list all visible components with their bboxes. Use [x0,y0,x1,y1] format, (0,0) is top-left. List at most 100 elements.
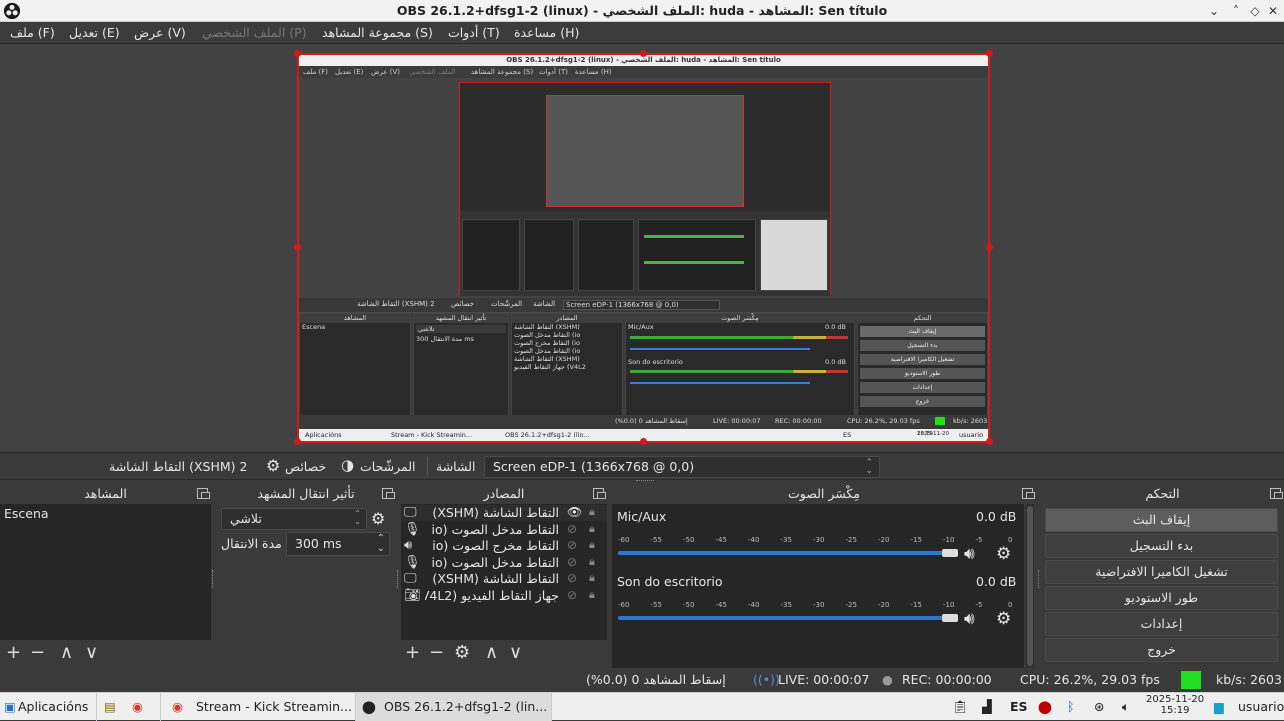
lock-icon[interactable]: 🔒︎ [589,522,595,536]
lock-icon[interactable]: 🔒︎ [589,571,595,585]
user-name[interactable]: usuario [1238,699,1284,714]
volume-slider-knob[interactable] [942,614,958,622]
update-icon[interactable]: ⊛ [1094,699,1104,714]
bluetooth-icon[interactable]: ᛒ [1067,699,1075,714]
lock-icon[interactable]: 🔒︎ [589,588,595,602]
remove-source-button[interactable]: − [429,644,444,662]
taskbar-window-stream[interactable]: ◉ Stream - Kick Streamin... [166,693,356,721]
eye-hidden-icon[interactable]: ⊘ [567,571,577,585]
lock-icon[interactable]: 🔒︎ [589,538,595,552]
screen-select[interactable]: Screen eDP-1 (1366x768 @ 0,0) ⌃ ⌄ [484,456,880,478]
settings-button[interactable]: إعدادات [1045,612,1278,636]
resize-handle-bl[interactable] [294,438,301,445]
transition-gear-icon[interactable]: ⚙ [371,509,385,528]
mixer-scrollbar[interactable] [1026,504,1034,668]
nested-source-row: التقاط الشاشة (XSHM) [514,323,580,331]
speaker-icon[interactable]: 🔊︎ [964,609,975,629]
mixer-scrollbar-thumb[interactable] [1027,506,1033,666]
float-dock-icon[interactable] [197,488,210,499]
volume-slider[interactable] [618,616,956,620]
resize-handle-tl[interactable] [294,50,301,57]
move-scene-up-button[interactable]: ∧ [60,644,73,662]
sources-list[interactable]: 🖵︎ التقاط الشاشة (XSHM) 👁︎ 🔒︎ 🎙︎ التقاط مدخل … [401,504,607,640]
float-dock-icon[interactable] [1022,488,1035,499]
resize-handle-t[interactable] [640,50,647,57]
menu-file[interactable]: ملف (F) [10,25,55,40]
menu-scene-collection[interactable]: مجموعة المشاهد (S) [322,25,433,40]
network-signal-icon[interactable]: ▟ [982,699,992,714]
user-icon[interactable]: ▆ [1214,699,1224,714]
speaker-icon[interactable]: 🔊︎ [964,544,975,564]
eye-hidden-icon[interactable]: ⊘ [567,555,577,569]
menu-help[interactable]: مساعدة (H) [514,25,579,40]
duration-spinbox[interactable]: 300 ms ⌃ ⌄ [286,532,390,556]
updown-arrows-icon: ⌃ ⌄ [865,458,873,476]
source-properties-gear-icon[interactable]: ⚙ [454,644,470,662]
add-scene-button[interactable]: + [6,644,21,662]
menu-view[interactable]: عرض (V) [134,25,186,40]
resize-handle-r[interactable] [986,244,993,251]
resize-handle-l[interactable] [294,244,301,251]
stop-streaming-button[interactable]: إيقاف البث [1045,508,1278,532]
obs-tray-icon[interactable]: ⬤ [1038,699,1052,714]
taskbar-window-obs[interactable]: ⬤ OBS 26.1.2+dfsg1-2 (lin... [356,693,552,721]
minimize-button[interactable]: ⌄ [1205,2,1223,20]
menu-profile[interactable]: الملف الشخصي (P) [202,25,307,40]
volume-icon[interactable]: 🔈︎ [1122,699,1130,715]
source-row[interactable]: 🖵︎ التقاط الشاشة (XSHM) ⊘ 🔒︎ [401,571,607,587]
apps-menu-icon[interactable]: ▣ [4,699,16,714]
clipboard-icon[interactable]: 📋︎ [952,699,968,715]
source-row[interactable]: 📷︎ جهاز التقاط الفيديو (V4L2 ⊘ 🔒︎ [401,588,607,604]
resize-handle-tr[interactable] [986,50,993,57]
properties-button[interactable]: خصائص [285,459,326,474]
source-row[interactable]: 🎙︎ التقاط مدخل الصوت (io ⊘ 🔒︎ [401,555,607,571]
volume-slider-knob[interactable] [942,549,958,557]
lock-icon[interactable]: 🔒︎ [589,555,595,569]
dock-splitter[interactable] [212,570,215,588]
filters-button[interactable]: المرشّحات [360,459,416,474]
float-dock-icon[interactable] [1270,488,1283,499]
exit-button[interactable]: خروج [1045,638,1278,662]
move-source-down-button[interactable]: ∨ [509,644,522,662]
move-scene-down-button[interactable]: ∨ [85,644,98,662]
spin-arrows-icon[interactable]: ⌃ ⌄ [377,534,385,554]
volume-slider[interactable] [618,551,956,555]
add-source-button[interactable]: + [405,644,420,662]
splitter-handle[interactable] [636,480,654,483]
start-virtual-camera-button[interactable]: تشغيل الكاميرا الافتراضية [1045,560,1278,584]
source-row[interactable]: 🔊︎ التقاط مخرج الصوت (io ⊘ 🔒︎ [401,538,607,554]
start-recording-button[interactable]: بدء التسجيل [1045,534,1278,558]
dock-splitter[interactable] [397,570,400,588]
eye-hidden-icon[interactable]: ⊘ [567,538,577,552]
keyboard-layout[interactable]: ES [1010,699,1028,714]
source-row[interactable]: 🎙︎ التقاط مدخل الصوت (io ⊘ 🔒︎ [401,522,607,538]
resize-handle-b[interactable] [640,438,647,445]
float-dock-icon[interactable] [593,488,606,499]
eye-hidden-icon[interactable]: ⊘ [567,522,577,536]
channel-gear-icon[interactable]: ⚙ [996,544,1011,564]
menu-edit[interactable]: تعديل (E) [69,25,120,40]
move-source-up-button[interactable]: ∧ [485,644,498,662]
preview-canvas[interactable]: OBS 26.1.2+dfsg1-2 (linux) - الملف الشخص… [297,53,990,443]
close-button[interactable]: ✕ [1264,2,1282,20]
remove-scene-button[interactable]: − [30,644,45,662]
apps-menu-button[interactable]: Aplicacións [18,699,88,714]
file-manager-icon[interactable]: ▤ [104,699,116,714]
maximize-button[interactable]: ˄ [1227,2,1245,20]
studio-mode-button[interactable]: طور الاستوديو [1045,586,1278,610]
source-row[interactable]: 🖵︎ التقاط الشاشة (XSHM) 👁︎ 🔒︎ [401,505,607,521]
eye-icon[interactable]: 👁︎ [567,505,582,519]
transition-select[interactable]: تلاشي ⌃ ⌄ [221,508,367,530]
scene-item-escena[interactable]: Escena [4,506,49,521]
restore-button[interactable]: ◇ [1246,2,1264,20]
menu-tools[interactable]: أدوات (T) [448,25,500,40]
eye-hidden-icon[interactable]: ⊘ [567,588,577,602]
chrome-icon[interactable]: ◉ [132,699,143,714]
clock[interactable]: 2025-11-20 15:19 [1146,694,1204,716]
lock-icon[interactable]: 🔒︎ [589,505,595,519]
window-titlebar[interactable]: OBS 26.1.2+dfsg1-2 (linux) - الملف الشخص… [0,0,1284,22]
resize-handle-br[interactable] [986,438,993,445]
channel-gear-icon[interactable]: ⚙ [996,609,1011,629]
scenes-list[interactable]: Escena [0,504,211,640]
float-dock-icon[interactable] [382,488,395,499]
